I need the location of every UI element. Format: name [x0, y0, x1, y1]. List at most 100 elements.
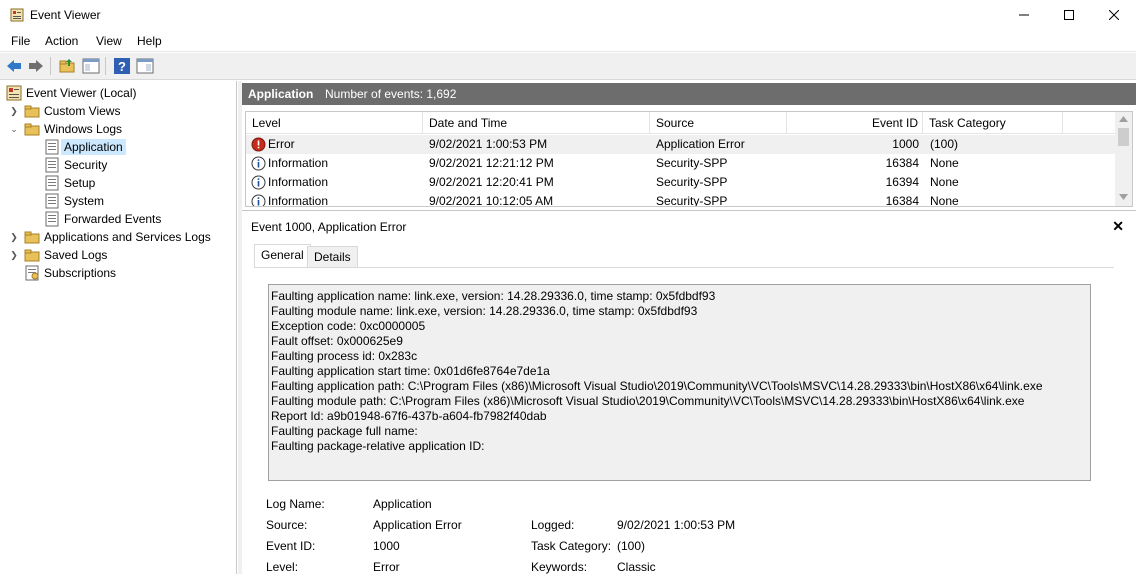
log-header: Application Number of events: 1,692	[242, 83, 1136, 105]
toolbar: ?	[0, 53, 1136, 80]
message-line: Faulting module path: C:\Program Files (…	[271, 394, 1025, 408]
tree-item-forwarded-events[interactable]: Forwarded Events	[44, 210, 161, 228]
cell-event-id: 1000	[892, 137, 919, 151]
chevron-down-icon[interactable]: ⌄	[8, 123, 20, 135]
event-detail-title: Event 1000, Application Error	[251, 220, 407, 234]
tree-item-label: Application	[61, 139, 126, 155]
scroll-up-arrow-icon[interactable]	[1119, 116, 1128, 122]
tree-item-security[interactable]: Security	[44, 156, 107, 174]
subscriptions-icon	[25, 265, 39, 281]
menu-help[interactable]: Help	[137, 34, 162, 48]
toolbar-separator	[105, 57, 106, 75]
back-arrow-icon[interactable]	[5, 57, 23, 75]
prop-level-value: Error	[373, 560, 400, 574]
tree-item-setup[interactable]: Setup	[44, 174, 95, 192]
prop-event-id-value: 1000	[373, 539, 400, 553]
column-header-level[interactable]: Level	[246, 112, 423, 134]
column-header-event-id[interactable]: Event ID	[787, 112, 923, 134]
prop-log-name-label: Log Name:	[266, 497, 325, 511]
tab-general[interactable]: General	[254, 244, 311, 268]
event-message-box[interactable]: Faulting application name: link.exe, ver…	[268, 284, 1091, 481]
cell-level: Information	[268, 156, 329, 170]
cell-event-id: 16394	[885, 175, 919, 189]
chevron-right-icon[interactable]: ❯	[8, 105, 20, 117]
tree-item-app-services-logs[interactable]: ❯ Applications and Services Logs	[8, 228, 211, 246]
tree-item-label: Windows Logs	[44, 122, 123, 136]
column-header-source[interactable]: Source	[650, 112, 787, 134]
message-line: Fault offset: 0x000625e9	[271, 334, 403, 348]
prop-logged-value: 9/02/2021 1:00:53 PM	[617, 518, 736, 532]
tree-item-custom-views[interactable]: ❯ Custom Views	[8, 102, 120, 120]
scrollbar-thumb[interactable]	[1118, 128, 1129, 146]
vertical-scrollbar[interactable]	[1115, 112, 1132, 206]
close-detail-icon[interactable]: ✕	[1112, 218, 1124, 235]
message-line: Report Id: a9b01948-67f6-437b-a604-fb798…	[271, 409, 547, 423]
menu-file[interactable]: File	[11, 34, 30, 48]
close-button[interactable]	[1091, 0, 1136, 30]
folder-up-icon[interactable]	[58, 57, 76, 75]
event-viewer-icon	[10, 8, 24, 22]
message-line: Faulting module name: link.exe, version:…	[271, 304, 698, 318]
prop-keywords-label: Keywords:	[531, 560, 588, 574]
navigation-tree: Event Viewer (Local) ❯ Custom Views ⌄ Wi…	[0, 81, 237, 574]
log-file-icon	[45, 139, 59, 155]
prop-task-category-label: Task Category:	[531, 539, 612, 553]
title-bar: Event Viewer	[0, 0, 1136, 30]
message-line: Faulting application start time: 0x01d6f…	[271, 364, 550, 378]
cell-level: Information	[268, 194, 329, 207]
cell-source: Application Error	[656, 137, 745, 151]
cell-task-category: None	[930, 194, 959, 207]
svg-text:?: ?	[118, 59, 126, 74]
tree-item-label: Applications and Services Logs	[44, 230, 211, 244]
chevron-right-icon[interactable]: ❯	[8, 231, 20, 243]
table-row[interactable]: Information 9/02/2021 10:12:05 AM Securi…	[246, 192, 1116, 207]
tree-item-application[interactable]: Application	[44, 138, 126, 156]
table-row[interactable]: Information 9/02/2021 12:20:41 PM Securi…	[246, 173, 1116, 192]
tree-item-label: Security	[64, 158, 108, 172]
maximize-icon	[1064, 10, 1074, 20]
cell-task-category: None	[930, 175, 959, 189]
log-file-icon	[45, 175, 59, 191]
folder-icon	[24, 249, 40, 262]
events-table-header: Level Date and Time Source Event ID Task…	[246, 112, 1116, 134]
log-file-icon	[45, 211, 59, 227]
menu-bar: File Action View Help	[0, 30, 1136, 52]
folder-icon	[24, 105, 40, 118]
table-row[interactable]: Information 9/02/2021 12:21:12 PM Securi…	[246, 154, 1116, 173]
message-line: Faulting application path: C:\Program Fi…	[271, 379, 1043, 393]
events-table: Level Date and Time Source Event ID Task…	[245, 111, 1133, 207]
cell-source: Security-SPP	[656, 175, 728, 189]
message-line: Faulting package-relative application ID…	[271, 439, 485, 453]
tree-item-saved-logs[interactable]: ❯ Saved Logs	[8, 246, 107, 264]
show-hide-tree-icon[interactable]	[82, 57, 100, 75]
column-header-task-category[interactable]: Task Category	[923, 112, 1063, 134]
event-viewer-icon	[6, 85, 22, 101]
prop-event-id-label: Event ID:	[266, 539, 316, 553]
tree-item-system[interactable]: System	[44, 192, 104, 210]
table-row[interactable]: Error 9/02/2021 1:00:53 PM Application E…	[246, 135, 1116, 154]
tab-divider	[254, 267, 1114, 268]
cell-task-category: (100)	[930, 137, 959, 151]
minimize-button[interactable]	[1001, 0, 1047, 30]
prop-log-name-value: Application	[373, 497, 432, 511]
log-file-icon	[45, 157, 59, 173]
tree-root[interactable]: Event Viewer (Local)	[6, 84, 137, 102]
properties-pane-icon[interactable]	[136, 57, 154, 75]
help-icon[interactable]: ?	[113, 57, 131, 75]
column-header-date[interactable]: Date and Time	[423, 112, 650, 134]
maximize-button[interactable]	[1046, 0, 1092, 30]
forward-arrow-icon[interactable]	[27, 57, 45, 75]
cell-date: 9/02/2021 12:20:41 PM	[429, 175, 554, 189]
tab-details[interactable]: Details	[307, 246, 358, 268]
cell-level: Error	[268, 137, 295, 151]
tree-item-label: Forwarded Events	[64, 212, 162, 226]
scroll-down-arrow-icon[interactable]	[1119, 194, 1128, 200]
tree-item-windows-logs[interactable]: ⌄ Windows Logs	[8, 120, 122, 138]
prop-task-category-value: (100)	[617, 539, 646, 553]
prop-source-label: Source:	[266, 518, 308, 532]
chevron-right-icon[interactable]: ❯	[8, 249, 20, 261]
menu-action[interactable]: Action	[45, 34, 78, 48]
cell-date: 9/02/2021 1:00:53 PM	[429, 137, 548, 151]
menu-view[interactable]: View	[96, 34, 122, 48]
tree-item-subscriptions[interactable]: Subscriptions	[24, 264, 116, 282]
